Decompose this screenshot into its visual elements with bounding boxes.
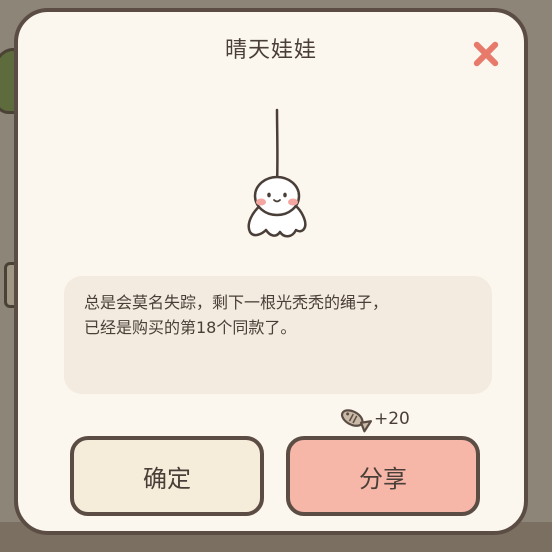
close-icon[interactable] (470, 38, 502, 70)
teru-teru-bozu-icon (247, 108, 307, 238)
confirm-button[interactable]: 确定 (70, 436, 264, 516)
reward-amount: +20 (374, 409, 410, 429)
dialog-title: 晴天娃娃 (224, 38, 317, 63)
fish-icon (340, 409, 372, 433)
description-box: 总是会莫名失踪，剩下一根光秃秃的绳子， 已经是购买的第18个同款了。 (64, 276, 492, 394)
share-button[interactable]: 分享 (286, 436, 480, 516)
item-detail-dialog: 晴天娃娃 总是会莫名失踪，剩下一根光秃秃的绳子， 已经是购买的第18个同款了。 (14, 8, 528, 535)
share-reward: +20 (336, 404, 410, 434)
description-line-1: 总是会莫名失踪，剩下一根光秃秃的绳子， (84, 293, 389, 312)
description-line-2: 已经是购买的第18个同款了。 (84, 318, 297, 337)
